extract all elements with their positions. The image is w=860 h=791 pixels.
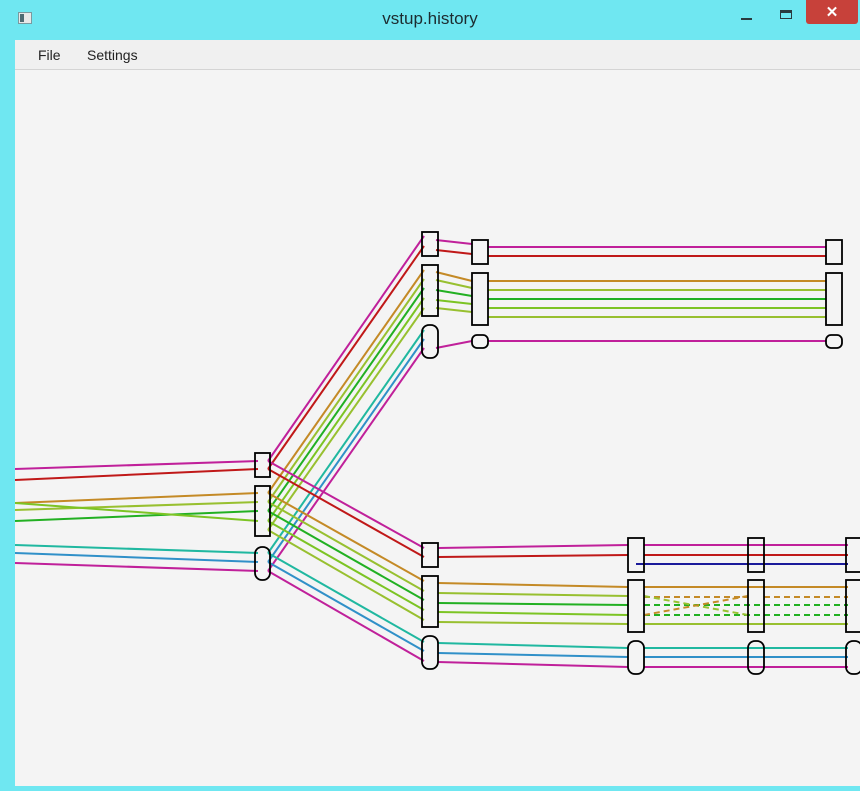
line-magenta-2 [267,570,425,662]
node-box[interactable] [254,452,271,478]
title-bar[interactable]: vstup.history ✕ [0,0,860,40]
node-box-rounded[interactable] [471,334,489,349]
line-teal [437,642,629,649]
line-blue [15,552,259,563]
line-teal [267,329,425,554]
line-magenta-2 [15,562,259,572]
node-box[interactable] [627,579,645,633]
node-box-rounded[interactable] [627,640,645,675]
upper-connector-lines [435,239,473,349]
incoming-lines [15,460,259,572]
node-box-rounded[interactable] [421,635,439,670]
line-green [267,510,425,601]
node-box[interactable] [825,272,843,326]
line-green [267,287,425,512]
app-window: vstup.history ✕ File Settings [0,0,860,791]
lower-long-lines [636,544,848,668]
node-box[interactable] [845,537,860,573]
close-icon: ✕ [825,4,839,21]
line-red [435,249,473,255]
history-diagram-canvas[interactable] [15,70,860,786]
node-box[interactable] [421,231,439,257]
menu-settings[interactable]: Settings [87,47,138,63]
line-blue [437,652,629,658]
node-box[interactable] [627,537,645,573]
minimize-button[interactable] [730,0,762,28]
line-teal [15,544,259,554]
node-box[interactable] [421,542,439,568]
line-blue [267,338,425,563]
node-box-rounded[interactable] [845,640,860,675]
line-lime [267,297,425,522]
line-yellow-green [437,592,629,597]
line-yellow-green-2 [435,307,473,313]
line-red [15,468,259,481]
line-magenta [15,460,259,470]
line-orange [15,492,259,504]
line-yellow-green [435,279,473,289]
line-red [267,245,425,470]
node-box[interactable] [825,239,843,265]
node-box[interactable] [471,239,489,265]
line-magenta-2 [435,340,473,349]
line-green [437,602,629,606]
line-green [435,289,473,297]
lower-connector-lines [437,544,629,668]
line-lime [435,299,473,305]
node-box[interactable] [421,575,439,628]
node-box[interactable] [471,272,489,326]
upper-branch-lines [267,235,425,572]
minimize-icon [740,18,752,20]
line-magenta [435,239,473,245]
line-yellow-green-2 [267,307,425,531]
node-box[interactable] [845,579,860,633]
node-box-rounded[interactable] [825,334,843,349]
line-lime [437,611,629,616]
history-diagram [15,231,860,675]
close-button[interactable]: ✕ [806,0,858,24]
line-magenta [267,235,425,462]
line-red [437,554,629,558]
menu-bar: File Settings [15,40,860,70]
line-magenta [437,544,629,549]
line-yellow-green-2 [437,621,629,625]
line-yellow-green [267,501,425,592]
maximize-icon [780,9,792,19]
upper-long-lines [488,246,826,342]
node-box-rounded[interactable] [421,324,439,359]
maximize-button[interactable] [770,0,802,28]
menu-file[interactable]: File [38,47,61,63]
line-orange [435,271,473,282]
line-yellow-green [267,278,425,503]
lower-branch-lines [267,460,425,662]
line-orange [437,582,629,588]
line-magenta-2 [437,661,629,668]
